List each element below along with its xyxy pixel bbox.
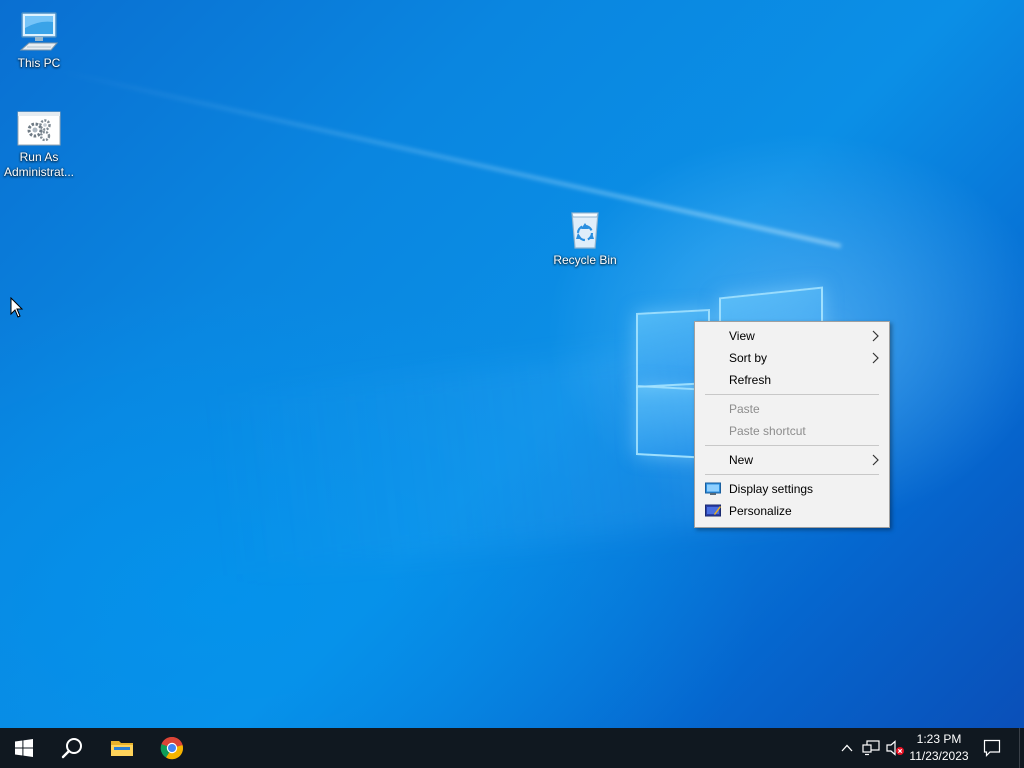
desktop-icon-label: This PC — [17, 56, 61, 70]
chevron-right-icon — [872, 454, 879, 466]
desktop[interactable]: This PC Run As Administrat... Recycle Bi… — [0, 0, 1024, 728]
file-explorer-button[interactable] — [98, 728, 146, 768]
menu-item-view[interactable]: View — [697, 325, 887, 347]
volume-tray-button[interactable] — [884, 728, 906, 768]
network-icon — [862, 740, 880, 756]
desktop-icon-recycle-bin[interactable]: Recycle Bin — [545, 207, 625, 268]
chrome-button[interactable] — [148, 728, 196, 768]
start-button[interactable] — [0, 728, 48, 768]
menu-item-label: Personalize — [729, 504, 792, 518]
menu-item-label: Paste shortcut — [729, 424, 806, 438]
desktop-icon-label: Recycle Bin — [553, 253, 617, 267]
search-button[interactable] — [48, 728, 96, 768]
notification-icon — [983, 739, 1001, 757]
mouse-cursor-icon — [10, 297, 24, 318]
menu-item-new[interactable]: New — [697, 449, 887, 471]
show-hidden-icons-button[interactable] — [838, 728, 856, 768]
chevron-right-icon — [872, 352, 879, 364]
menu-item-sort-by[interactable]: Sort by — [697, 347, 887, 369]
wallpaper-light-ray — [59, 70, 842, 248]
menu-item-label: Display settings — [729, 482, 814, 496]
menu-item-label: New — [729, 453, 754, 467]
menu-separator — [705, 445, 879, 446]
desktop-icon-this-pc[interactable]: This PC — [0, 10, 79, 71]
desktop-context-menu: View Sort by Refresh Paste Paste shortcu… — [694, 321, 890, 528]
menu-item-label: Paste — [729, 402, 760, 416]
action-center-button[interactable] — [978, 728, 1006, 768]
menu-separator — [705, 394, 879, 395]
recycle-bin-icon — [571, 212, 599, 249]
network-tray-button[interactable] — [860, 728, 882, 768]
desktop-icon-label: Run As Administrat... — [3, 150, 75, 179]
show-desktop-button[interactable] — [1019, 728, 1024, 768]
menu-item-personalize[interactable]: Personalize — [697, 500, 887, 522]
menu-item-label: View — [729, 329, 755, 343]
desktop-icon-run-as-administrator[interactable]: Run As Administrat... — [0, 110, 79, 180]
taskbar-clock[interactable]: 1:23 PM 11/23/2023 — [904, 731, 974, 765]
menu-item-refresh[interactable]: Refresh — [697, 369, 887, 391]
chrome-icon — [160, 736, 184, 760]
personalize-icon — [705, 504, 721, 517]
gear-window-icon — [17, 111, 61, 146]
menu-separator — [705, 474, 879, 475]
menu-item-paste-shortcut[interactable]: Paste shortcut — [697, 420, 887, 442]
menu-item-label: Sort by — [729, 351, 768, 365]
volume-muted-icon — [886, 740, 904, 756]
computer-icon — [19, 12, 59, 51]
menu-item-paste[interactable]: Paste — [697, 398, 887, 420]
windows-logo-icon — [15, 739, 33, 757]
search-icon — [61, 738, 82, 759]
chevron-right-icon — [872, 330, 879, 342]
chevron-up-icon — [841, 744, 853, 752]
clock-date: 11/23/2023 — [909, 749, 969, 763]
menu-item-display-settings[interactable]: Display settings — [697, 478, 887, 500]
display-icon — [705, 482, 721, 495]
folder-icon — [111, 741, 133, 756]
taskbar: 1:23 PM 11/23/2023 — [0, 728, 1024, 768]
clock-time: 1:23 PM — [916, 732, 962, 746]
menu-item-label: Refresh — [729, 373, 772, 387]
